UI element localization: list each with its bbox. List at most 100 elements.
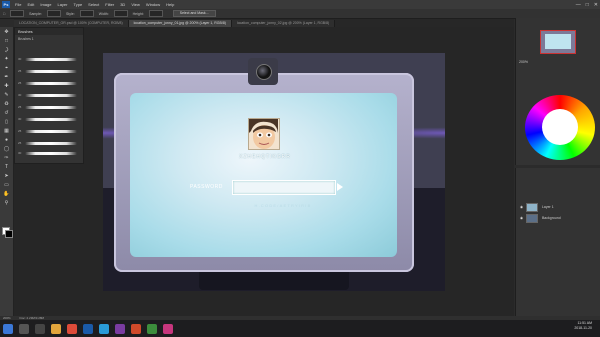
search-icon[interactable] bbox=[19, 323, 29, 334]
brush-size-label: 25 bbox=[18, 141, 22, 145]
app-icon[interactable] bbox=[163, 323, 173, 334]
start-icon[interactable] bbox=[3, 323, 13, 334]
brush-size-label: 25 bbox=[18, 105, 22, 109]
avatar-face-icon bbox=[249, 119, 279, 149]
menu-view[interactable]: View bbox=[131, 2, 140, 7]
brush-preset[interactable] bbox=[25, 142, 77, 145]
brush-preset[interactable] bbox=[25, 152, 77, 155]
minimize-icon[interactable]: — bbox=[576, 2, 581, 8]
pen-tool-icon[interactable]: ✑ bbox=[2, 154, 11, 162]
window-controls: — □ ✕ bbox=[576, 0, 598, 9]
webcam-lens-icon bbox=[256, 64, 272, 80]
maximize-icon[interactable]: □ bbox=[586, 2, 589, 8]
brush-preset[interactable] bbox=[25, 118, 77, 121]
marquee-tool-icon[interactable]: □ bbox=[2, 37, 11, 45]
brush-preset[interactable] bbox=[25, 82, 77, 85]
color-wheel[interactable] bbox=[525, 95, 595, 160]
option-label-width: Width: bbox=[98, 11, 109, 16]
width-field[interactable] bbox=[113, 10, 128, 17]
menu-file[interactable]: File bbox=[15, 2, 21, 7]
layer-thumbnail bbox=[525, 213, 538, 223]
brush-tool-icon[interactable]: ✎ bbox=[2, 91, 11, 99]
menu-select[interactable]: Select bbox=[88, 2, 99, 7]
brush-folder-label: Brushes 1 bbox=[18, 37, 34, 41]
chrome-icon[interactable] bbox=[67, 323, 77, 334]
menu-window[interactable]: Window bbox=[146, 2, 160, 7]
username-label: XZHEHQTIKGRR bbox=[239, 154, 291, 160]
system-clock[interactable]: 11:51 AM 2018-11-20 bbox=[574, 321, 592, 331]
blur-tool-icon[interactable]: ● bbox=[2, 136, 11, 144]
menu-help[interactable]: Help bbox=[166, 2, 174, 7]
photoshop-taskbar-icon[interactable] bbox=[83, 323, 93, 334]
brush-size-label: 30 bbox=[18, 57, 22, 61]
option-label-height: Height: bbox=[132, 11, 144, 16]
clone-stamp-tool-icon[interactable]: ♻ bbox=[2, 100, 11, 108]
move-tool-icon[interactable]: ✥ bbox=[2, 28, 11, 36]
eye-icon[interactable]: ◉ bbox=[520, 202, 525, 212]
navigator-thumbnail[interactable] bbox=[540, 30, 576, 54]
app-icon[interactable] bbox=[115, 323, 125, 334]
file-explorer-icon[interactable] bbox=[51, 323, 61, 334]
brushes-panel-title: Brushes bbox=[15, 28, 83, 35]
task-view-icon[interactable] bbox=[35, 323, 45, 334]
clock-date: 2018-11-20 bbox=[574, 326, 592, 330]
menu-filter[interactable]: Filter bbox=[105, 2, 114, 7]
type-tool-icon[interactable]: T bbox=[2, 163, 11, 171]
dodge-tool-icon[interactable]: ◯ bbox=[2, 145, 11, 153]
password-label: PASSWORD bbox=[190, 184, 223, 190]
brush-preset[interactable] bbox=[25, 94, 77, 97]
tab-document-2[interactable]: location_computer_jonny_01.jpg @ 200% (L… bbox=[128, 20, 232, 27]
brush-preset[interactable] bbox=[25, 70, 77, 73]
menu-3d[interactable]: 3D bbox=[120, 2, 125, 7]
path-selection-tool-icon[interactable]: ➤ bbox=[2, 172, 11, 180]
hand-tool-icon[interactable]: ✋ bbox=[2, 190, 11, 198]
marquee-tool-icon[interactable]: □ bbox=[3, 12, 5, 16]
user-avatar bbox=[248, 118, 280, 150]
select-and-mask-button[interactable]: Select and Mask... bbox=[172, 10, 216, 17]
submit-arrow-icon[interactable] bbox=[337, 183, 343, 191]
password-field[interactable] bbox=[232, 180, 336, 195]
crop-tool-icon[interactable]: ⌖ bbox=[2, 64, 11, 72]
zoom-tool-icon[interactable]: ⚲ bbox=[2, 199, 11, 207]
layer-row[interactable]: ◉ Layer 1 bbox=[520, 202, 598, 212]
eyedropper-tool-icon[interactable]: ✒ bbox=[2, 73, 11, 81]
brush-preset[interactable] bbox=[25, 58, 77, 61]
eye-icon[interactable]: ◉ bbox=[520, 213, 525, 223]
password-hint: H.CODE/AETRYIRIB bbox=[254, 203, 312, 208]
windows-taskbar bbox=[0, 320, 600, 337]
app-icon[interactable] bbox=[99, 323, 109, 334]
layer-row[interactable]: ◉ Background bbox=[520, 213, 598, 223]
sample-field[interactable] bbox=[46, 10, 61, 17]
brush-preset[interactable] bbox=[25, 130, 77, 133]
navigator-zoom[interactable]: 200% bbox=[519, 60, 528, 64]
history-brush-tool-icon[interactable]: ↺ bbox=[2, 109, 11, 117]
menu-image[interactable]: Image bbox=[40, 2, 51, 7]
magic-wand-tool-icon[interactable]: ✦ bbox=[2, 55, 11, 63]
menu-type[interactable]: Type bbox=[74, 2, 83, 7]
menu-layer[interactable]: Layer bbox=[57, 2, 67, 7]
tab-document-1[interactable]: LOCATION_COMPUTER_OR.psd @ 100% (COMPUTE… bbox=[14, 20, 129, 27]
brush-size-label: 30 bbox=[18, 151, 22, 155]
brush-size-label: 25 bbox=[18, 129, 22, 133]
gradient-tool-icon[interactable]: ▦ bbox=[2, 127, 11, 135]
eraser-tool-icon[interactable]: ▯ bbox=[2, 118, 11, 126]
lasso-tool-icon[interactable]: ⤸ bbox=[2, 46, 11, 54]
menu-edit[interactable]: Edit bbox=[27, 2, 34, 7]
app-icon[interactable] bbox=[147, 323, 157, 334]
background-color-swatch[interactable] bbox=[5, 230, 13, 238]
document-tabs: LOCATION_COMPUTER_OR.psd @ 100% (COMPUTE… bbox=[14, 19, 514, 27]
shape-tool-icon[interactable]: ▭ bbox=[2, 181, 11, 189]
brush-size-label: 25 bbox=[18, 69, 22, 73]
tools-panel: ✥ □ ⤸ ✦ ⌖ ✒ ✚ ✎ ♻ ↺ ▯ ▦ ● ◯ ✑ T ➤ ▭ ✋ ⚲ bbox=[0, 27, 14, 317]
close-icon[interactable]: ✕ bbox=[594, 2, 598, 8]
tab-document-3[interactable]: location_computer_jonny_02.jpg @ 200% (L… bbox=[231, 20, 336, 27]
height-field[interactable] bbox=[148, 10, 163, 17]
color-wheel-center bbox=[542, 109, 578, 145]
healing-brush-tool-icon[interactable]: ✚ bbox=[2, 82, 11, 90]
style-dropdown[interactable] bbox=[79, 10, 94, 17]
navigator-screen-thumb bbox=[545, 34, 571, 49]
brush-preset[interactable] bbox=[25, 106, 77, 109]
app-icon[interactable] bbox=[131, 323, 141, 334]
selection-mode-box[interactable] bbox=[10, 10, 25, 17]
brush-size-label: 30 bbox=[18, 93, 22, 97]
